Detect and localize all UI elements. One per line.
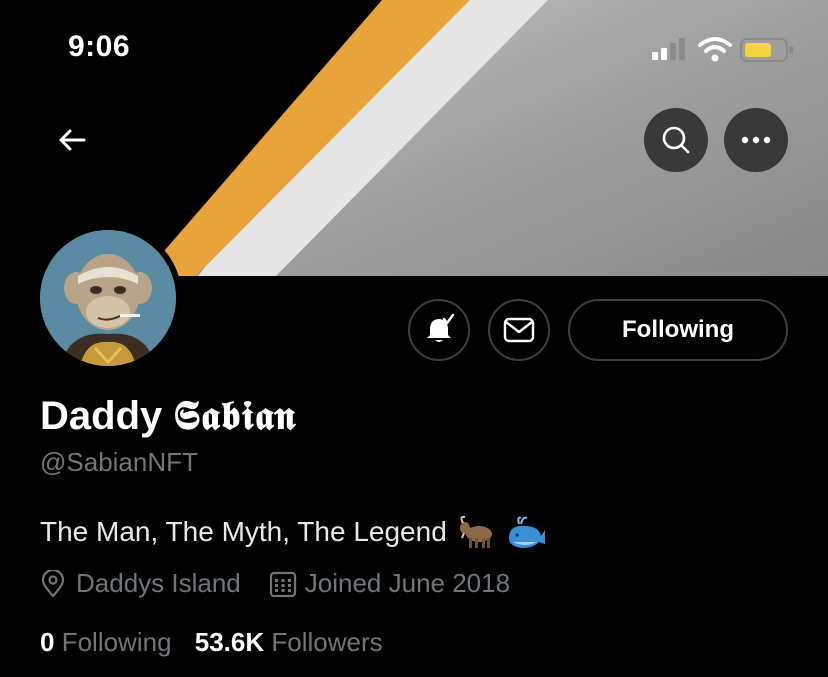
more-horizontal-icon	[741, 136, 771, 144]
cellular-signal-icon	[652, 38, 690, 65]
message-button[interactable]	[488, 299, 550, 361]
join-date-text: Joined June 2018	[304, 568, 511, 598]
followers-count-link[interactable]: 53.6K Followers	[195, 627, 383, 657]
followers-count: 53.6K	[194, 627, 265, 657]
join-date: Joined June 2018	[269, 568, 510, 599]
calendar-icon	[269, 571, 296, 597]
status-bar: 9:06	[0, 0, 828, 100]
whale-icon	[505, 514, 547, 550]
battery-icon	[740, 38, 794, 67]
bio-text: The Man, The Myth, The Legend	[40, 516, 447, 547]
profile-meta: Daddys Island Joined June 2018	[40, 568, 510, 599]
search-icon	[662, 126, 690, 154]
avatar[interactable]	[34, 224, 182, 372]
location-pin-icon	[41, 569, 65, 598]
following-label: Following	[61, 627, 172, 657]
goat-icon	[459, 514, 499, 550]
display-name-first: Daddy	[40, 394, 163, 438]
location-text[interactable]: Daddys Island	[76, 568, 241, 599]
following-count: 0	[40, 627, 55, 657]
display-name: Daddy 𝕾𝖆𝖇𝖎𝖆𝖓	[40, 392, 296, 439]
arrow-left-icon	[59, 129, 86, 151]
follow-counts: 0 Following 53.6K Followers	[40, 627, 383, 658]
followers-label: Followers	[271, 627, 383, 657]
user-handle: @SabianNFT	[40, 447, 198, 477]
envelope-icon	[503, 317, 535, 343]
search-button[interactable]	[644, 108, 708, 172]
more-options-button[interactable]	[724, 108, 788, 172]
status-time: 9:06	[68, 30, 131, 63]
bio: The Man, The Myth, The Legend	[40, 514, 547, 550]
notifications-button[interactable]	[408, 299, 470, 361]
following-button[interactable]: Following	[568, 299, 788, 361]
bell-check-icon	[427, 313, 455, 342]
ape-avatar-picture	[40, 230, 176, 366]
wifi-icon	[698, 36, 732, 67]
avatar-image	[40, 230, 176, 366]
following-count-link[interactable]: 0 Following	[40, 627, 179, 657]
location: Daddys Island	[40, 568, 241, 599]
back-button[interactable]	[52, 120, 92, 160]
display-name-styled: 𝕾𝖆𝖇𝖎𝖆𝖓	[173, 392, 297, 439]
